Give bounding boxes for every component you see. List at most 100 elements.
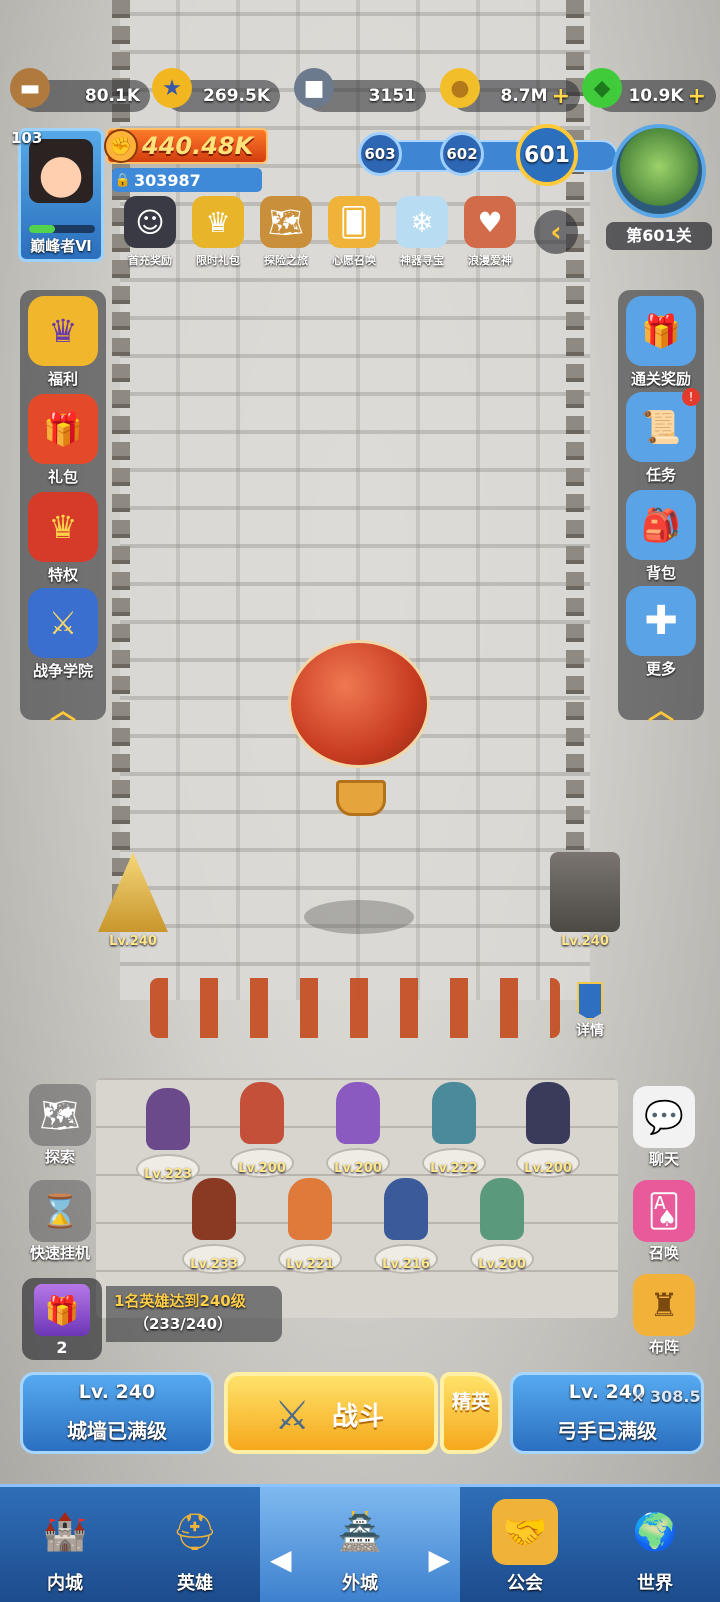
player-level: 103 — [11, 129, 43, 147]
menu-backpack[interactable]: 🎒 背包 — [618, 490, 704, 583]
balloon-shadow — [304, 900, 414, 934]
nav-heroes[interactable]: ⛑ 英雄 — [130, 1487, 260, 1602]
hourglass-icon: ⌛ — [29, 1180, 91, 1242]
nav-label: 内城 — [47, 1573, 83, 1594]
summon-cards-icon: 🂡 — [633, 1180, 695, 1242]
stone-amount: 3151 — [368, 86, 416, 106]
hero-figure — [432, 1082, 476, 1144]
event-first-charge[interactable]: ☺ 首充奖励 — [116, 196, 184, 272]
hero-quest-gift[interactable]: 🎁 2 — [22, 1278, 102, 1360]
menu-label: 更多 — [645, 660, 676, 678]
menu-privilege[interactable]: ♛ 特权 — [20, 492, 106, 585]
nav-right-arrow-icon[interactable]: ▶ — [428, 1543, 450, 1576]
event-label: 首充奖励 — [128, 254, 172, 267]
chess-rook-icon: ♜ — [633, 1274, 695, 1336]
chat-button[interactable]: 💬 聊天 — [626, 1086, 702, 1169]
collapse-up-icon[interactable]: ︿ — [618, 690, 704, 727]
event-artifact-hunt[interactable]: ❄ 神器寻宝 — [388, 196, 456, 272]
menu-label: 战争学院 — [32, 662, 93, 680]
summon-button[interactable]: 🂡 召唤 — [626, 1180, 702, 1263]
fist-icon: ✊ — [104, 129, 138, 163]
globe-icon: 🌍 — [632, 1512, 678, 1553]
menu-more[interactable]: ✚ 更多 — [618, 586, 704, 679]
event-row: ☺ 首充奖励 ♛ 限时礼包 🗺 探险之旅 🂠 心愿召唤 ❄ 神器寻宝 ♥ 浪漫爱… — [116, 196, 526, 272]
menu-welfare[interactable]: ♛ 福利 — [20, 296, 106, 389]
event-adventure[interactable]: 🗺 探险之旅 — [252, 196, 320, 272]
left-crystal-tower[interactable]: Lv.240 — [88, 842, 178, 952]
battle-label: 战斗 — [332, 1402, 385, 1432]
gems-amount: 10.9K — [628, 86, 684, 106]
hero-level: Lv.216 — [382, 1257, 430, 1272]
add-gems-icon[interactable]: + — [688, 84, 706, 109]
player-avatar-panel[interactable]: 103 巅峰者Ⅵ — [11, 128, 104, 262]
world-map-button[interactable] — [612, 124, 706, 218]
quest-progress: （233/240） — [134, 1315, 233, 1333]
right-tower-level: Lv.240 — [561, 934, 609, 949]
menu-clear-reward[interactable]: 🎁 通关奖励 — [618, 296, 704, 389]
formation-button[interactable]: ♜ 布阵 — [626, 1274, 702, 1357]
event-wish-summon[interactable]: 🂠 心愿召唤 — [320, 196, 388, 272]
wood-log-icon: ▬ — [10, 68, 50, 108]
collapse-events-button[interactable]: ‹ — [534, 210, 578, 254]
hero-slot[interactable]: Lv.223 — [130, 1088, 206, 1184]
hero-slot[interactable]: Lv.216 — [368, 1178, 444, 1274]
hero-slot[interactable]: Lv.200 — [320, 1082, 396, 1178]
hot-air-balloon[interactable] — [288, 640, 430, 768]
menu-label: 任务 — [645, 466, 676, 484]
nav-world[interactable]: 🌍 世界 — [590, 1487, 720, 1602]
quest-title: 1名英雄达到240级 — [114, 1292, 246, 1310]
hero-slot[interactable]: Lv.233 — [176, 1178, 252, 1274]
archer-upgrade-button[interactable]: Lv. 240 × 308.5 弓手已满级 — [510, 1372, 704, 1454]
menu-tasks[interactable]: 📜 ! 任务 — [618, 388, 704, 485]
summon-label: 召唤 — [648, 1244, 679, 1262]
hero-figure — [146, 1088, 190, 1150]
knight-helmet-icon: ⛑ — [172, 1512, 218, 1553]
player-id: 🔒 303987 — [112, 168, 262, 192]
right-cannon-tower[interactable]: Lv.240 — [540, 842, 630, 952]
nav-outer-city[interactable]: ◀ 🏯 外城 ▶ — [260, 1487, 460, 1602]
nav-left-arrow-icon[interactable]: ◀ — [270, 1543, 292, 1576]
nav-guild[interactable]: 🤝 公会 — [460, 1487, 590, 1602]
task-alert-badge: ! — [682, 388, 700, 406]
quick-idle-button[interactable]: ⌛ 快速挂机 — [22, 1180, 98, 1263]
gift-count: 2 — [56, 1338, 68, 1357]
outer-castle-icon: 🏯 — [337, 1512, 383, 1553]
event-limited-pack[interactable]: ♛ 限时礼包 — [184, 196, 252, 272]
hero-quest-info[interactable]: 1名英雄达到240级 （233/240） — [106, 1286, 282, 1342]
tower-body — [98, 852, 168, 932]
battle-button[interactable]: ⚔ 战斗 — [224, 1372, 438, 1454]
menu-gift-pack[interactable]: 🎁 礼包 — [20, 394, 106, 487]
privilege-crown-icon: ♛ — [28, 492, 98, 562]
event-cupid[interactable]: ♥ 浪漫爱神 — [456, 196, 524, 272]
event-label: 神器寻宝 — [400, 254, 444, 267]
hero-slot[interactable]: Lv.200 — [510, 1082, 586, 1178]
wall-upgrade-button[interactable]: Lv. 240 城墙已满级 — [20, 1372, 214, 1454]
explore-label: 探索 — [44, 1148, 75, 1166]
handshake-icon: 🤝 — [492, 1499, 558, 1565]
add-gold-icon[interactable]: + — [552, 84, 570, 109]
scroll-map-icon: 🗺 — [260, 196, 312, 248]
cupid-icon: ♥ — [464, 196, 516, 248]
left-tower-level: Lv.240 — [109, 934, 157, 949]
wood-amount: 80.1K — [84, 86, 140, 106]
hero-slot[interactable]: Lv.222 — [416, 1082, 492, 1178]
elite-button[interactable]: 精英 — [440, 1372, 502, 1454]
gold-amount: 8.7M — [500, 86, 548, 106]
nav-inner-city[interactable]: 🏰 内城 — [0, 1487, 130, 1602]
power-display: ✊ 440.48K — [104, 128, 268, 164]
hero-slot[interactable]: Lv.200 — [224, 1082, 300, 1178]
crystal-artifact-icon: ❄ — [396, 196, 448, 248]
explore-button[interactable]: 🗺 探索 — [22, 1084, 98, 1167]
crossed-swords-icon: ⚔ — [28, 588, 98, 658]
hero-figure — [288, 1178, 332, 1240]
hero-slot[interactable]: Lv.200 — [464, 1178, 540, 1274]
hero-slot[interactable]: Lv.221 — [272, 1178, 348, 1274]
archer-status: 弓手已满级 — [557, 1419, 657, 1443]
detail-button[interactable]: 详情 — [570, 982, 610, 1040]
left-side-menu: ♛ 福利 🎁 礼包 ♛ 特权 ⚔ 战争学院 ︿ — [20, 290, 106, 726]
avatar[interactable] — [29, 139, 93, 203]
power-value: 440.48K — [142, 132, 254, 160]
collapse-up-icon[interactable]: ︿ — [20, 690, 106, 727]
menu-war-academy[interactable]: ⚔ 战争学院 — [20, 588, 106, 681]
event-label: 限时礼包 — [196, 254, 240, 267]
